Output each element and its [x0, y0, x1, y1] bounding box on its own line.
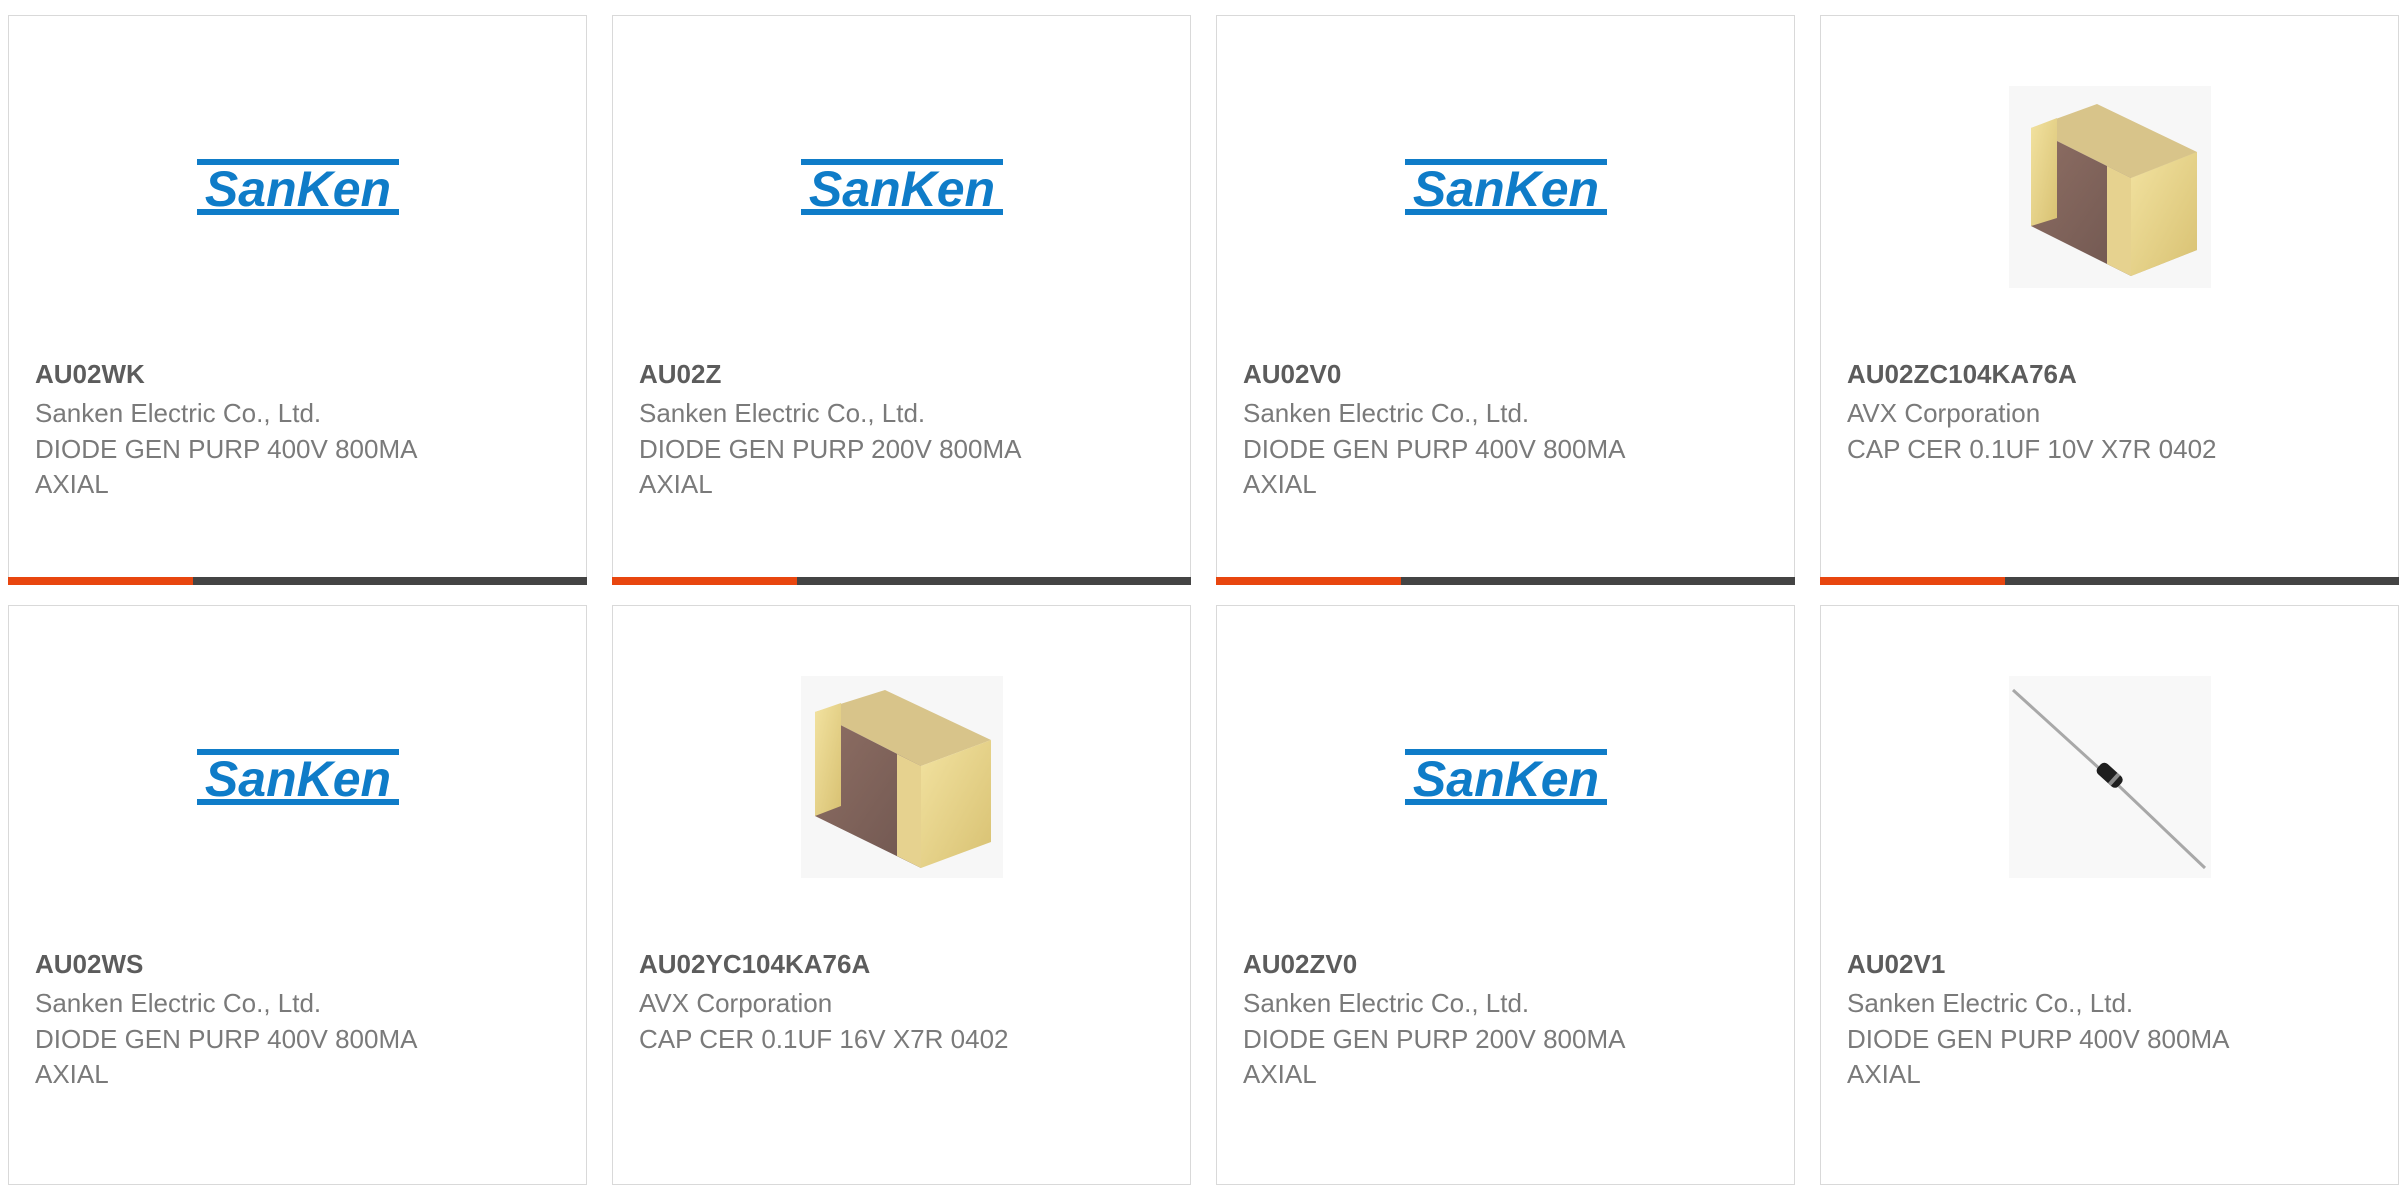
- product-card[interactable]: SanKen AU02V0 Sanken Electric Co., Ltd. …: [1216, 15, 1795, 585]
- product-card[interactable]: SanKen AU02ZV0 Sanken Electric Co., Ltd.…: [1216, 605, 1795, 1185]
- progress-bar-fill: [612, 577, 798, 585]
- description-line: CAP CER 0.1UF 16V X7R 0402: [639, 1024, 1009, 1054]
- product-card[interactable]: AU02YC104KA76A AVX Corporation CAP CER 0…: [612, 605, 1191, 1185]
- product-description: DIODE GEN PURP 400V 800MA AXIAL: [1847, 1022, 2229, 1092]
- description-line: DIODE GEN PURP 400V 800MA: [1243, 434, 1626, 464]
- product-card[interactable]: AU02V1 Sanken Electric Co., Ltd. DIODE G…: [1820, 605, 2399, 1185]
- progress-bar: [8, 577, 587, 585]
- manufacturer-name: AVX Corporation: [1847, 398, 2041, 428]
- ceramic-capacitor-icon: [2009, 86, 2211, 288]
- product-description: DIODE GEN PURP 200V 800MA AXIAL: [1243, 1022, 1625, 1092]
- part-number[interactable]: AU02V0: [1243, 359, 1341, 390]
- svg-text:SanKen: SanKen: [809, 161, 995, 217]
- product-image: SanKen: [1405, 676, 1607, 878]
- manufacturer-name: Sanken Electric Co., Ltd.: [1243, 398, 1530, 428]
- progress-bar: [1820, 577, 2399, 585]
- description-line: CAP CER 0.1UF 10V X7R 0402: [1847, 434, 2217, 464]
- product-card[interactable]: SanKen AU02Z Sanken Electric Co., Ltd. D…: [612, 15, 1191, 585]
- product-image: SanKen: [1405, 86, 1607, 288]
- description-line: AXIAL: [1243, 1059, 1317, 1089]
- product-image: SanKen: [197, 676, 399, 878]
- description-line: AXIAL: [1243, 469, 1317, 499]
- product-image: SanKen: [197, 86, 399, 288]
- sanken-logo: SanKen: [1405, 749, 1607, 807]
- sanken-logo: SanKen: [197, 159, 399, 217]
- sanken-logo: SanKen: [1405, 159, 1607, 217]
- manufacturer-name: Sanken Electric Co., Ltd.: [35, 988, 322, 1018]
- description-line: DIODE GEN PURP 200V 800MA: [1243, 1024, 1626, 1054]
- axial-diode-icon: [2009, 676, 2211, 878]
- svg-text:SanKen: SanKen: [205, 751, 391, 807]
- progress-bar: [612, 577, 1191, 585]
- product-card[interactable]: SanKen AU02WK Sanken Electric Co., Ltd. …: [8, 15, 587, 585]
- progress-bar: [1216, 577, 1795, 585]
- progress-bar-fill: [1820, 577, 2006, 585]
- description-line: AXIAL: [1847, 1059, 1921, 1089]
- part-number[interactable]: AU02YC104KA76A: [639, 949, 870, 980]
- part-number[interactable]: AU02Z: [639, 359, 721, 390]
- product-description: DIODE GEN PURP 400V 800MA AXIAL: [1243, 432, 1625, 502]
- description-line: DIODE GEN PURP 400V 800MA: [1847, 1024, 2230, 1054]
- progress-bar-fill: [1216, 577, 1402, 585]
- svg-text:SanKen: SanKen: [1413, 161, 1599, 217]
- manufacturer-name: Sanken Electric Co., Ltd.: [35, 398, 322, 428]
- product-description: DIODE GEN PURP 200V 800MA AXIAL: [639, 432, 1021, 502]
- description-line: AXIAL: [35, 469, 109, 499]
- product-description: DIODE GEN PURP 400V 800MA AXIAL: [35, 432, 417, 502]
- manufacturer-name: AVX Corporation: [639, 988, 833, 1018]
- manufacturer-name: Sanken Electric Co., Ltd.: [1243, 988, 1530, 1018]
- product-description: CAP CER 0.1UF 16V X7R 0402: [639, 1022, 1008, 1057]
- description-line: AXIAL: [35, 1059, 109, 1089]
- product-image: SanKen: [801, 86, 1003, 288]
- part-number[interactable]: AU02ZC104KA76A: [1847, 359, 2077, 390]
- sanken-logo: SanKen: [197, 749, 399, 807]
- product-card[interactable]: AU02ZC104KA76A AVX Corporation CAP CER 0…: [1820, 15, 2399, 585]
- part-number[interactable]: AU02ZV0: [1243, 949, 1357, 980]
- manufacturer-name: Sanken Electric Co., Ltd.: [639, 398, 926, 428]
- product-description: CAP CER 0.1UF 10V X7R 0402: [1847, 432, 2216, 467]
- description-line: DIODE GEN PURP 400V 800MA: [35, 434, 418, 464]
- progress-bar-fill: [8, 577, 194, 585]
- part-number[interactable]: AU02WK: [35, 359, 145, 390]
- svg-text:SanKen: SanKen: [205, 161, 391, 217]
- product-card[interactable]: SanKen AU02WS Sanken Electric Co., Ltd. …: [8, 605, 587, 1185]
- part-number[interactable]: AU02V1: [1847, 949, 1945, 980]
- product-image: [801, 676, 1003, 878]
- description-line: AXIAL: [639, 469, 713, 499]
- ceramic-capacitor-icon: [801, 676, 1003, 878]
- description-line: DIODE GEN PURP 400V 800MA: [35, 1024, 418, 1054]
- manufacturer-name: Sanken Electric Co., Ltd.: [1847, 988, 2134, 1018]
- product-image: [2009, 86, 2211, 288]
- product-image: [2009, 676, 2211, 878]
- sanken-logo: SanKen: [801, 159, 1003, 217]
- svg-text:SanKen: SanKen: [1413, 751, 1599, 807]
- product-grid: SanKen AU02WK Sanken Electric Co., Ltd. …: [0, 0, 2400, 1185]
- product-description: DIODE GEN PURP 400V 800MA AXIAL: [35, 1022, 417, 1092]
- description-line: DIODE GEN PURP 200V 800MA: [639, 434, 1022, 464]
- part-number[interactable]: AU02WS: [35, 949, 143, 980]
